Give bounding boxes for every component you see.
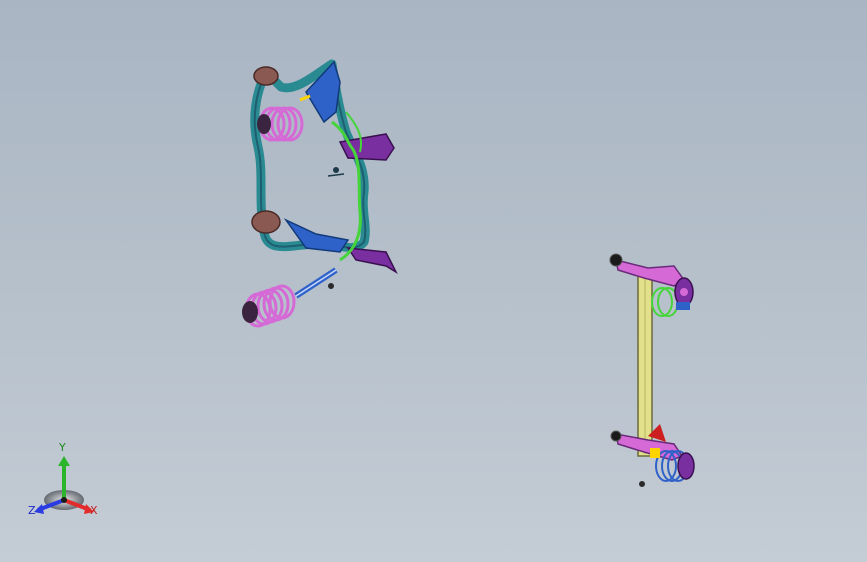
front-subframe-model[interactable] [236,52,408,338]
x-axis-label: X [90,504,98,517]
y-axis-label: Y [59,441,66,454]
z-axis-label: Z [28,504,36,517]
cad-graphics-viewport[interactable]: Y X Z [0,0,867,562]
rear-twist-beam-model[interactable] [604,246,704,496]
coordinate-triad[interactable]: Y X Z [22,442,106,520]
rear-twist-beam-drawing [609,253,695,487]
front-subframe-drawing [242,59,398,328]
